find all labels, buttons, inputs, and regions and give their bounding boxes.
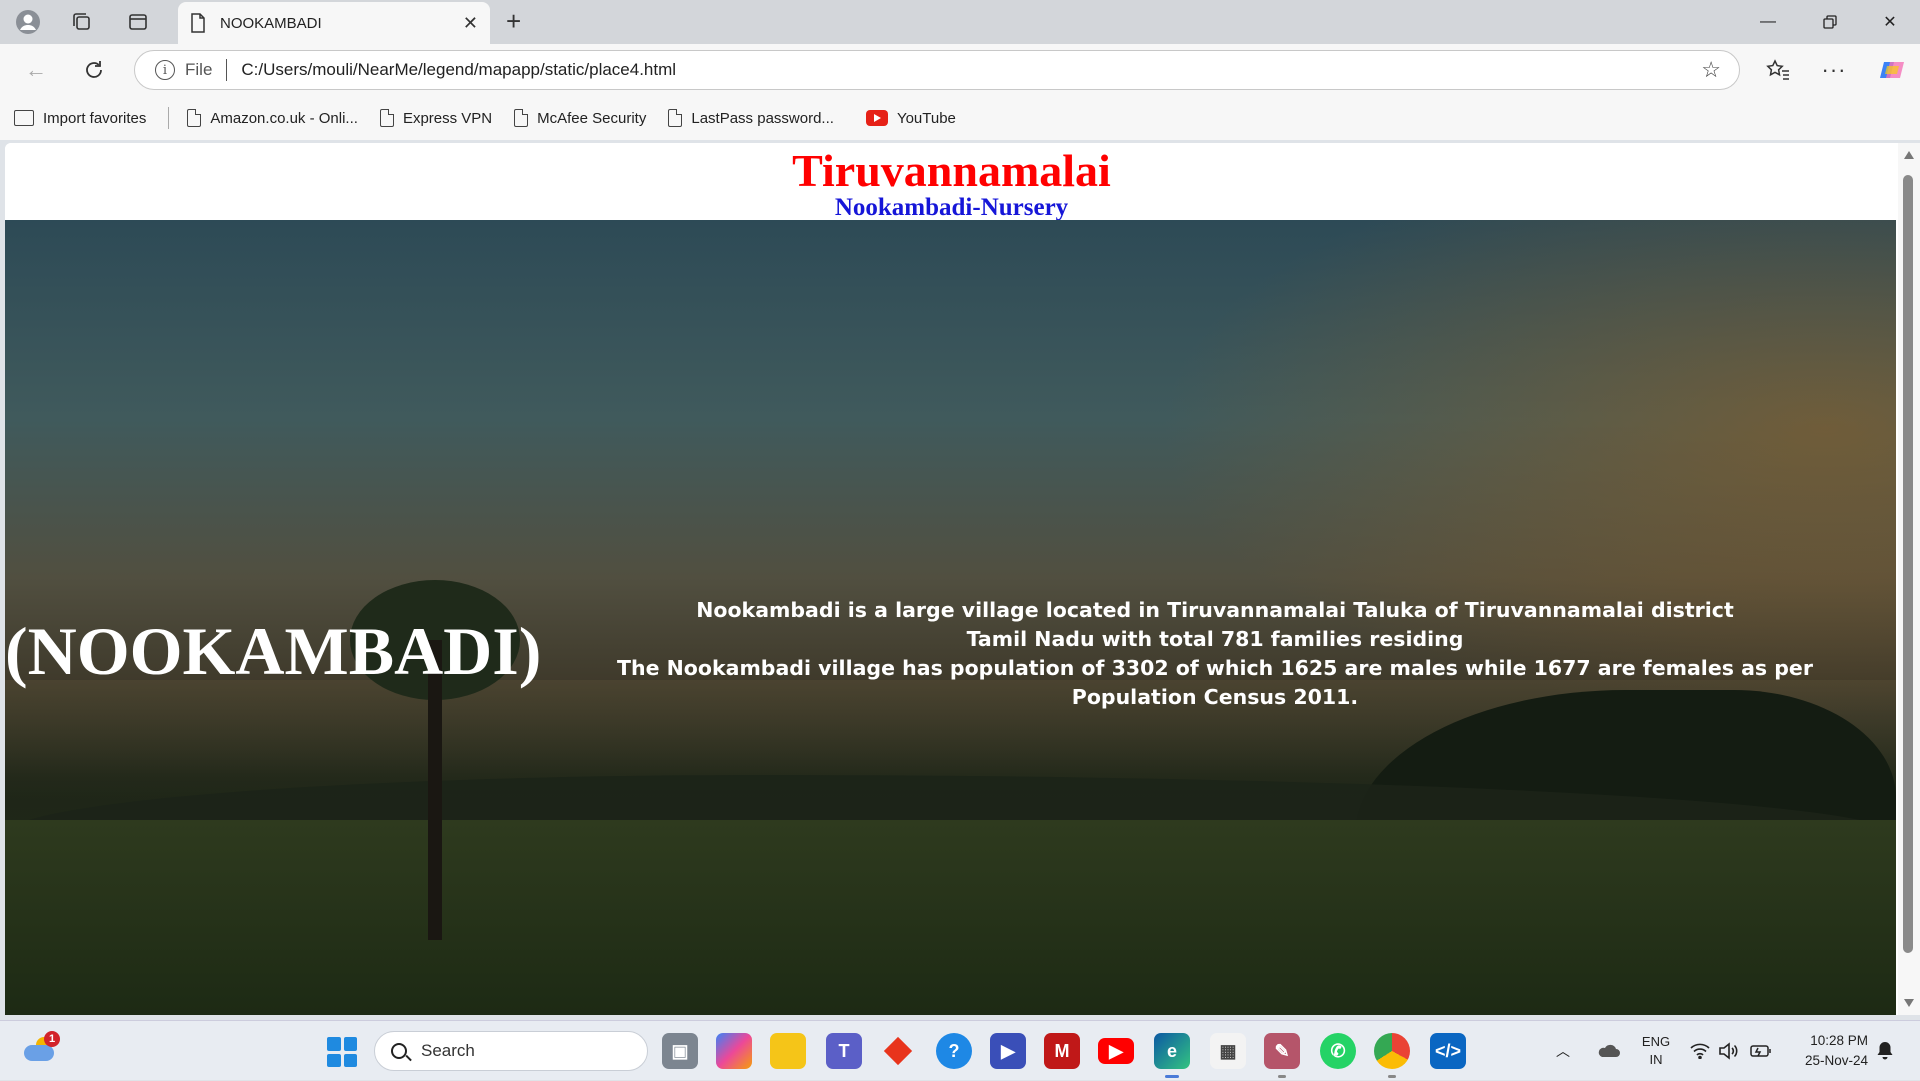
microsoft-store-icon[interactable]: ▦ (1210, 1033, 1246, 1069)
vscode-icon[interactable]: </> (1430, 1033, 1466, 1069)
bookmark-label: McAfee Security (537, 109, 647, 127)
url-scheme: File (185, 60, 213, 79)
profile-icon[interactable] (10, 6, 46, 38)
refresh-icon[interactable] (78, 54, 110, 86)
system-clock[interactable]: 10:28 PM 25-Nov-24 (1788, 1021, 1868, 1081)
bookmark-lastpass[interactable]: LastPass password... (668, 109, 834, 127)
bookmark-import-favorites[interactable]: Import favorites (14, 110, 146, 127)
windows-logo-pane (327, 1053, 341, 1067)
description-line: The Nookambadi village has population of… (617, 656, 1813, 709)
tab-nookambadi[interactable]: NOOKAMBADI ✕ (178, 2, 490, 44)
start-button[interactable] (327, 1037, 357, 1067)
tab-title: NOOKAMBADI (220, 14, 322, 32)
bookmark-mcafee[interactable]: McAfee Security (514, 109, 646, 127)
youtube-icon (865, 110, 888, 126)
close-window-button[interactable]: ✕ (1868, 8, 1912, 36)
region-code: IN (1649, 1052, 1663, 1067)
clock-date: 25-Nov-24 (1804, 1053, 1868, 1068)
favorites-bar: Import favorites Amazon.co.uk - Onli... … (0, 96, 1920, 140)
youtube-icon[interactable]: ▶ (1098, 1038, 1134, 1064)
bookmark-amazon[interactable]: Amazon.co.uk - Onli... (187, 109, 358, 127)
bookmark-label: Amazon.co.uk - Onli... (210, 109, 358, 127)
page-icon (379, 109, 394, 127)
volume-icon[interactable] (1718, 1021, 1740, 1081)
page-subtitle: Nookambadi-Nursery (834, 194, 1069, 221)
favorites-icon[interactable] (1762, 54, 1794, 86)
web-page: Tiruvannamalai Nookambadi-Nursery (NOOKA… (5, 143, 1898, 1015)
windows-taskbar: 1 Search ▣ T ? ▶ M ▶ e ▦ ✎ ✆ </> ︿ ENG I… (0, 1020, 1920, 1080)
import-icon (14, 110, 34, 126)
vertical-scrollbar[interactable] (1898, 143, 1920, 1015)
back-icon[interactable]: ← (20, 54, 52, 86)
windows-logo-pane (327, 1037, 341, 1051)
copilot-icon[interactable] (1876, 54, 1908, 86)
minimize-button[interactable]: — (1746, 8, 1790, 36)
battery-icon[interactable] (1750, 1021, 1772, 1081)
windows-logo-pane (343, 1037, 357, 1051)
address-bar[interactable]: i File C:/Users/mouli/NearMe/legend/mapa… (134, 50, 1740, 90)
village-description: Nookambadi is a large village located in… (570, 596, 1860, 712)
address-divider (226, 59, 228, 81)
close-tab-icon[interactable]: ✕ (463, 13, 478, 34)
notifications-bell-icon[interactable] (1876, 1021, 1894, 1081)
hero-background-image: (NOOKAMBADI) Nookambadi is a large villa… (5, 220, 1896, 1015)
scroll-down-arrow-icon[interactable] (1904, 999, 1914, 1007)
chrome-icon[interactable] (1374, 1033, 1410, 1078)
browser-tab-bar: NOOKAMBADI ✕ + — ✕ (0, 0, 1920, 44)
copilot-icon[interactable] (716, 1033, 752, 1069)
url-text[interactable]: C:/Users/mouli/NearMe/legend/mapapp/stat… (241, 60, 676, 80)
description-line: Nookambadi is a large village located in… (696, 598, 1734, 622)
new-tab-button[interactable]: + (506, 6, 521, 36)
vertical-tabs-icon[interactable] (120, 6, 156, 38)
page-icon (668, 109, 683, 127)
weather-widget[interactable]: 1 (22, 1031, 60, 1063)
windows-logo-pane (343, 1053, 357, 1067)
language-code: ENG (1641, 1034, 1671, 1049)
page-icon (514, 109, 529, 127)
info-icon[interactable]: i (155, 60, 175, 80)
cloud-icon (24, 1045, 54, 1061)
bookmark-label: YouTube (896, 109, 956, 127)
more-options-icon[interactable]: ··· (1818, 54, 1850, 86)
page-header: Tiruvannamalai Nookambadi-Nursery (5, 143, 1898, 221)
edge-icon[interactable]: e (1154, 1033, 1190, 1078)
notification-badge: 1 (44, 1031, 60, 1047)
search-placeholder: Search (421, 1041, 475, 1060)
language-indicator[interactable]: ENG IN (1636, 1021, 1676, 1081)
page-icon (191, 13, 205, 33)
bookmark-label: LastPass password... (691, 109, 834, 127)
git-icon[interactable] (880, 1033, 916, 1069)
bookmark-label: Express VPN (402, 109, 493, 127)
workspaces-icon[interactable] (64, 6, 100, 38)
restore-button[interactable] (1808, 8, 1852, 36)
media-player-icon[interactable]: ▶ (990, 1033, 1026, 1069)
get-help-icon[interactable]: ? (936, 1033, 972, 1069)
search-icon (391, 1043, 407, 1059)
scroll-up-arrow-icon[interactable] (1904, 151, 1914, 159)
paint-icon[interactable]: ✎ (1264, 1033, 1300, 1078)
teams-icon[interactable]: T (826, 1033, 862, 1069)
whatsapp-icon[interactable]: ✆ (1320, 1033, 1356, 1069)
bookmark-youtube[interactable]: YouTube (865, 109, 956, 127)
bookmark-express-vpn[interactable]: Express VPN (379, 109, 493, 127)
file-explorer-icon[interactable] (770, 1033, 806, 1069)
page-icon (187, 109, 202, 127)
onedrive-icon[interactable] (1596, 1021, 1620, 1081)
page-title: Tiruvannamalai (792, 145, 1111, 196)
clock-time: 10:28 PM (1810, 1033, 1868, 1048)
bookmark-divider (168, 107, 170, 129)
village-name-heading: (NOOKAMBADI) (5, 613, 542, 689)
mcafee-icon[interactable]: M (1044, 1033, 1080, 1069)
field (5, 820, 1896, 1015)
favorite-star-icon[interactable]: ☆ (1701, 57, 1721, 83)
navigation-bar: ← i File C:/Users/mouli/NearMe/legend/ma… (0, 44, 1920, 96)
show-hidden-icons-chevron-icon[interactable]: ︿ (1556, 1021, 1570, 1081)
bookmark-label: Import favorites (43, 109, 147, 127)
scrollbar-thumb[interactable] (1903, 175, 1913, 953)
taskbar-search[interactable]: Search (374, 1031, 648, 1071)
task-view-icon[interactable]: ▣ (662, 1033, 698, 1069)
wifi-icon[interactable] (1690, 1021, 1710, 1081)
description-line: Tamil Nadu with total 781 families resid… (966, 627, 1464, 651)
